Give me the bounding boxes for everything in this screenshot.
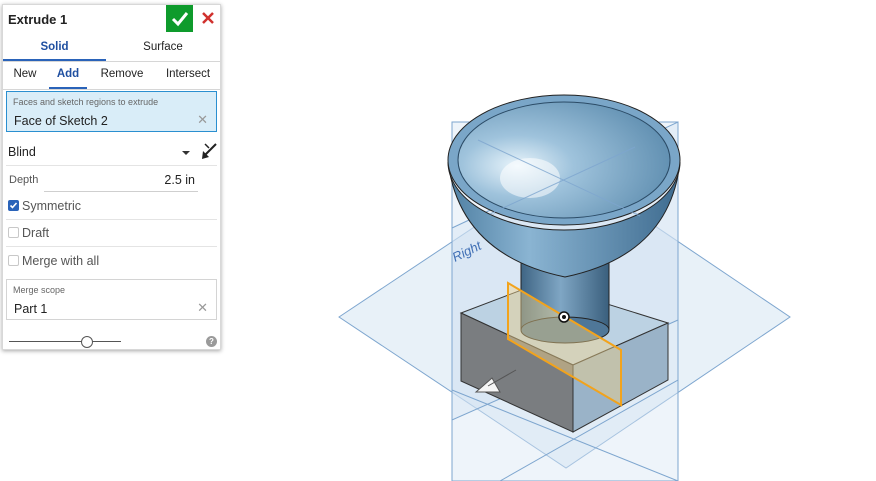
draft-label: Draft: [22, 226, 50, 240]
operation-tabs: New Add Remove Intersect: [3, 63, 220, 90]
tab-solid[interactable]: Solid: [3, 37, 106, 61]
depth-value: 2.5 in: [164, 173, 195, 187]
tab-surface[interactable]: Surface: [106, 37, 220, 61]
depth-input[interactable]: 2.5 in: [44, 172, 198, 192]
dialog-header: Extrude 1: [3, 5, 220, 33]
tab-add[interactable]: Add: [49, 63, 87, 89]
symmetric-label: Symmetric: [22, 199, 82, 213]
origin-marker[interactable]: [558, 311, 570, 323]
tab-new[interactable]: New: [7, 63, 43, 89]
divider: [6, 219, 217, 220]
merge-scope-value: Part 1: [14, 302, 48, 316]
divider: [6, 165, 217, 166]
help-icon[interactable]: ?: [206, 336, 217, 347]
selection-field[interactable]: Faces and sketch regions to extrude Face…: [6, 91, 217, 132]
check-icon: [9, 202, 18, 209]
flip-direction-icon[interactable]: [199, 141, 219, 161]
symmetric-checkbox[interactable]: [8, 200, 19, 211]
close-icon: [202, 12, 214, 24]
merge-with-all-checkbox[interactable]: [8, 255, 19, 266]
chevron-down-icon[interactable]: [181, 150, 191, 156]
tab-remove[interactable]: Remove: [95, 63, 149, 89]
extrude-feature-dialog: Extrude 1 Solid Surface New Add Remove I…: [2, 4, 221, 350]
merge-scope-label: Merge scope: [13, 285, 66, 295]
end-type-select[interactable]: Blind: [8, 145, 36, 159]
clear-merge-scope-icon[interactable]: ✕: [197, 300, 208, 316]
tab-intersect[interactable]: Intersect: [159, 63, 217, 89]
clear-selection-icon[interactable]: ✕: [197, 112, 208, 128]
divider: [6, 246, 217, 247]
selection-field-label: Faces and sketch regions to extrude: [13, 97, 159, 107]
merge-with-all-label: Merge with all: [22, 254, 100, 268]
detail-slider-track[interactable]: [9, 341, 121, 342]
detail-slider-handle[interactable]: [81, 336, 94, 348]
merge-scope-field[interactable]: Merge scope Part 1 ✕: [6, 279, 217, 320]
body-type-tabs: Solid Surface: [3, 37, 220, 62]
confirm-button[interactable]: [166, 5, 193, 32]
draft-checkbox[interactable]: [8, 227, 19, 238]
checkmark-icon: [171, 12, 189, 27]
dialog-title: Extrude 1: [8, 12, 68, 27]
cancel-button[interactable]: [198, 8, 218, 28]
selection-value: Face of Sketch 2: [14, 114, 108, 128]
depth-label: Depth: [9, 174, 39, 186]
